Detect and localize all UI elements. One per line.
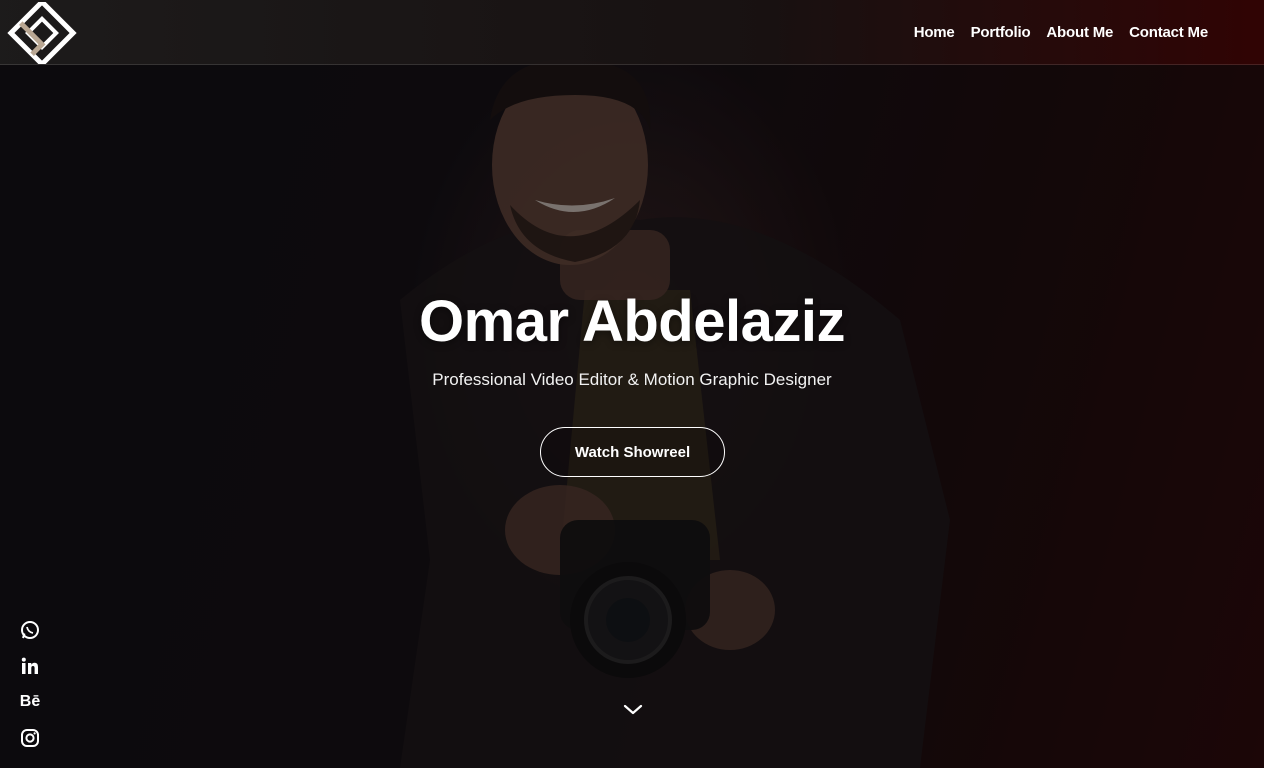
nav-about-me[interactable]: About Me — [1046, 24, 1113, 41]
instagram-icon[interactable] — [18, 726, 42, 750]
nav-portfolio[interactable]: Portfolio — [971, 24, 1031, 41]
main-nav: Home Portfolio About Me Contact Me — [914, 0, 1209, 65]
nav-home[interactable]: Home — [914, 24, 955, 41]
linkedin-icon[interactable] — [18, 654, 42, 678]
whatsapp-icon[interactable] — [18, 618, 42, 642]
hero-title: Omar Abdelaziz — [419, 289, 845, 354]
nav-contact-me[interactable]: Contact Me — [1129, 24, 1208, 41]
hero-subtitle: Professional Video Editor & Motion Graph… — [432, 370, 832, 389]
behance-icon[interactable]: Bē — [18, 690, 42, 714]
social-links: Bē — [18, 618, 44, 762]
chevron-down-icon[interactable] — [622, 702, 644, 718]
logo[interactable] — [4, 2, 80, 64]
top-navigation-bar: Home Portfolio About Me Contact Me — [0, 0, 1264, 65]
watch-showreel-button[interactable]: Watch Showreel — [540, 427, 725, 477]
